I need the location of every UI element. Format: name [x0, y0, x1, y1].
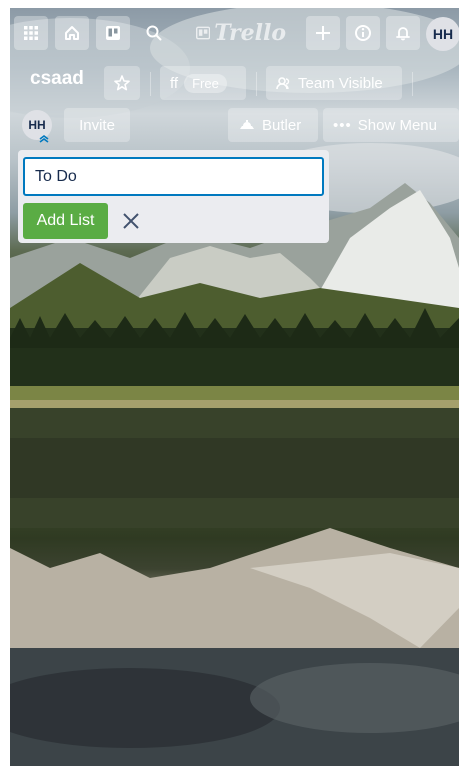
header-divider [150, 72, 151, 96]
member-initials: HH [28, 118, 46, 132]
admin-chevron-icon [39, 135, 49, 143]
header-divider [256, 72, 257, 96]
butler-button[interactable]: Butler [228, 108, 318, 142]
show-menu-label: Show Menu [357, 116, 437, 134]
top-navigation-bar: Trello HH [10, 8, 459, 54]
member-avatar[interactable]: HH [22, 110, 52, 143]
visibility-label: Team Visible [298, 74, 383, 92]
apps-grid-icon[interactable] [14, 16, 48, 50]
star-icon [114, 75, 130, 91]
more-dots-icon: ••• [333, 116, 352, 134]
user-avatar[interactable]: HH [426, 17, 459, 51]
add-list-form: Add List [18, 150, 329, 243]
boards-icon[interactable] [96, 16, 130, 50]
team-button[interactable]: ff Free [160, 66, 246, 100]
list-title-input[interactable] [23, 157, 324, 196]
invite-button[interactable]: Invite [64, 108, 130, 142]
board-title[interactable]: csaad [30, 68, 84, 90]
search-icon[interactable] [137, 16, 171, 50]
show-menu-button[interactable]: ••• Show Menu [323, 108, 459, 142]
close-icon[interactable] [118, 208, 144, 234]
team-name: ff [170, 74, 179, 92]
plus-icon[interactable] [306, 16, 340, 50]
invite-label: Invite [79, 116, 115, 134]
bell-icon[interactable] [386, 16, 420, 50]
logo-text: Trello [214, 20, 286, 46]
star-board-button[interactable] [104, 66, 140, 100]
visibility-button[interactable]: Team Visible [266, 66, 402, 100]
info-icon[interactable] [346, 16, 380, 50]
home-icon[interactable] [55, 16, 89, 50]
trello-logo[interactable]: Trello [196, 16, 286, 50]
plan-badge: Free [184, 73, 227, 93]
add-list-button[interactable]: Add List [23, 203, 108, 239]
trello-logo-icon [196, 26, 211, 40]
butler-label: Butler [262, 116, 302, 134]
header-divider [412, 72, 413, 96]
butler-icon [240, 120, 254, 129]
team-visibility-icon [276, 77, 290, 90]
